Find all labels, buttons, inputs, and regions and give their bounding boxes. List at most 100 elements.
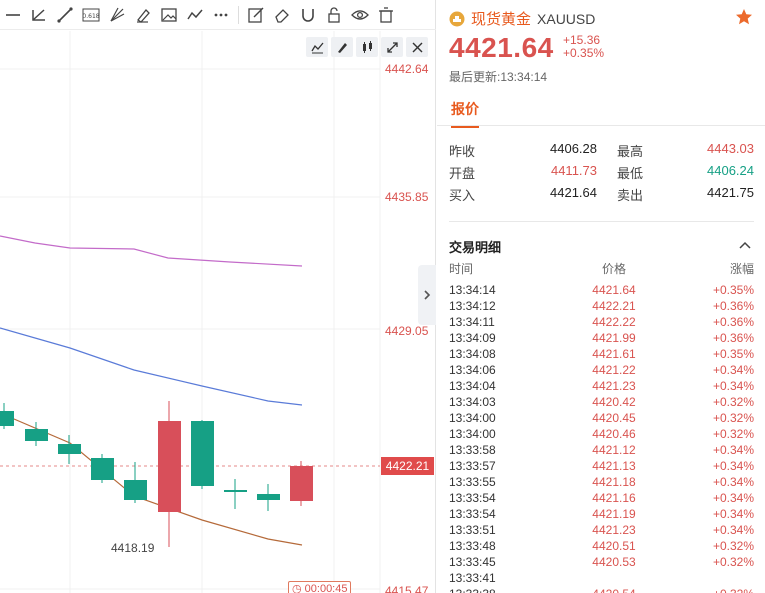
table-row: 13:33:384420.54+0.32%: [449, 586, 754, 593]
table-row: 13:34:00 4420.46 +0.32%: [449, 426, 754, 442]
more-icon[interactable]: [208, 3, 234, 27]
svg-text:0.618: 0.618: [82, 13, 99, 20]
candle: [91, 454, 114, 483]
stats-row: 昨收 4406.28 最高 4443.03: [449, 139, 754, 161]
prev-close-value: 4406.28: [550, 140, 597, 156]
price-axis-label: 4415.47: [385, 584, 429, 593]
tab-quote[interactable]: 报价: [451, 99, 479, 128]
drawing-toolbar: 0.618: [0, 0, 436, 30]
trades-list[interactable]: 13:34:14 4421.64 +0.35% 13:34:12 4422.21 +0.3…: [449, 282, 754, 593]
magnet-icon[interactable]: [295, 3, 321, 27]
favorite-star-icon[interactable]: [735, 8, 753, 31]
trade-change: +0.34%: [712, 459, 754, 473]
stats-row: 买入 4421.64 卖出 4421.75: [449, 183, 754, 205]
close-icon[interactable]: [406, 37, 428, 57]
table-row: 13:33:54 4421.16 +0.34%: [449, 490, 754, 506]
bid-value: 4421.64: [550, 184, 597, 200]
trade-time: 13:33:41: [449, 571, 496, 585]
collapse-panel-button[interactable]: [418, 265, 436, 325]
trade-price: 4422.22: [592, 315, 636, 329]
trade-time: 13:34:00: [449, 411, 496, 425]
trade-time: 13:34:03: [449, 395, 496, 409]
low-price-marker: 4418.19: [111, 541, 155, 555]
countdown-value: 00:00:45: [304, 583, 348, 593]
trade-price: 4420.46: [592, 427, 636, 441]
pattern-icon[interactable]: [182, 3, 208, 27]
trade-price: 4421.99: [592, 331, 636, 345]
brush-icon[interactable]: [130, 3, 156, 27]
current-price-tag: 4422.21: [381, 457, 434, 475]
table-row: 13:33:58 4421.12 +0.34%: [449, 442, 754, 458]
fan-icon[interactable]: [104, 3, 130, 27]
trade-time: 13:33:45: [449, 555, 496, 569]
trade-time: 13:33:55: [449, 475, 496, 489]
table-row: 13:34:04 4421.23 +0.34%: [449, 378, 754, 394]
trade-change: +0.32%: [712, 555, 754, 569]
ask-value: 4421.75: [707, 184, 754, 200]
stat-label: 开盘: [449, 165, 476, 181]
chart-canvas[interactable]: 4442.64 4435.85 4429.05 4415.47: [0, 31, 436, 593]
indicator-icon[interactable]: [306, 37, 328, 57]
table-row: 13:33:45 4420.53 +0.32%: [449, 554, 754, 570]
fullscreen-icon[interactable]: [381, 37, 403, 57]
trade-price: 4420.42: [592, 395, 636, 409]
chart-panel: 0.618 4442.64 4435.85 4429.05 4415.47 44…: [0, 0, 436, 593]
eye-icon[interactable]: [347, 3, 373, 27]
table-row: 13:34:00 4420.45 +0.32%: [449, 410, 754, 426]
candle: [224, 479, 247, 509]
trash-icon[interactable]: [373, 3, 399, 27]
trade-change: +0.36%: [712, 299, 754, 313]
trade-time: 13:33:57: [449, 459, 496, 473]
candle: [191, 420, 214, 489]
trade-time: 13:33:58: [449, 443, 496, 457]
note-icon[interactable]: [243, 3, 269, 27]
eraser-icon[interactable]: [269, 3, 295, 27]
lock-icon[interactable]: [321, 3, 347, 27]
symbol-name: 现货黄金: [471, 11, 532, 28]
trade-change: +0.34%: [712, 443, 754, 457]
trade-change: +0.34%: [712, 491, 754, 505]
trade-change: +0.34%: [712, 363, 754, 377]
trade-time: 13:34:06: [449, 363, 496, 377]
trade-time: 13:34:08: [449, 347, 496, 361]
price-axis-label: 4435.85: [385, 190, 429, 204]
trade-change: +0.34%: [712, 379, 754, 393]
draw-icon[interactable]: [331, 37, 353, 57]
stats-divider: [449, 221, 754, 222]
candle-type-icon[interactable]: [356, 37, 378, 57]
quote-panel: 现货黄金 XAUUSD 4421.64 +15.36 +0.35% 最后更新:1…: [437, 0, 765, 593]
trade-change: +0.32%: [664, 586, 754, 593]
fibonacci-icon[interactable]: 0.618: [78, 3, 104, 27]
chart-grid: [0, 31, 381, 593]
trade-change: +0.34%: [712, 507, 754, 521]
trade-time: 13:34:14: [449, 283, 496, 297]
table-row: 13:33:57 4421.13 +0.34%: [449, 458, 754, 474]
horizontal-line-icon[interactable]: [0, 3, 26, 27]
candle: [124, 462, 147, 503]
last-update-time: 最后更新:13:34:14: [449, 70, 548, 84]
trend-line-icon[interactable]: [52, 3, 78, 27]
ray-icon[interactable]: [26, 3, 52, 27]
trade-change: +0.32%: [712, 395, 754, 409]
table-row: 13:34:06 4421.22 +0.34%: [449, 362, 754, 378]
trade-change: +0.34%: [712, 475, 754, 489]
trade-time: 13:33:54: [449, 507, 496, 521]
price-change: +15.36 +0.35%: [563, 34, 604, 60]
image-icon[interactable]: [156, 3, 182, 27]
trade-price: 4420.45: [592, 411, 636, 425]
chevron-up-icon[interactable]: [739, 238, 751, 256]
quote-stats: 昨收 4406.28 最高 4443.03 开盘 4411.73 最低 4406.24 …: [449, 139, 754, 205]
candlestick-chart[interactable]: 4442.64 4435.85 4429.05 4415.47 4422.21 …: [0, 31, 436, 593]
moving-average-line-mid: [0, 327, 303, 406]
low-value: 4406.24: [707, 162, 754, 178]
trade-price: 4421.16: [592, 491, 636, 505]
trade-time: 13:33:54: [449, 491, 496, 505]
trades-title: 交易明细: [449, 240, 502, 255]
trade-change: +0.34%: [712, 523, 754, 537]
price-axis-label: 4429.05: [385, 324, 429, 338]
symbol-header: 现货黄金 XAUUSD: [449, 8, 595, 29]
moving-average-line-long: [0, 235, 303, 267]
tab-divider: [437, 125, 765, 126]
table-row: 13:34:11 4422.22 +0.36%: [449, 314, 754, 330]
col-header-price: 价格: [601, 262, 626, 276]
